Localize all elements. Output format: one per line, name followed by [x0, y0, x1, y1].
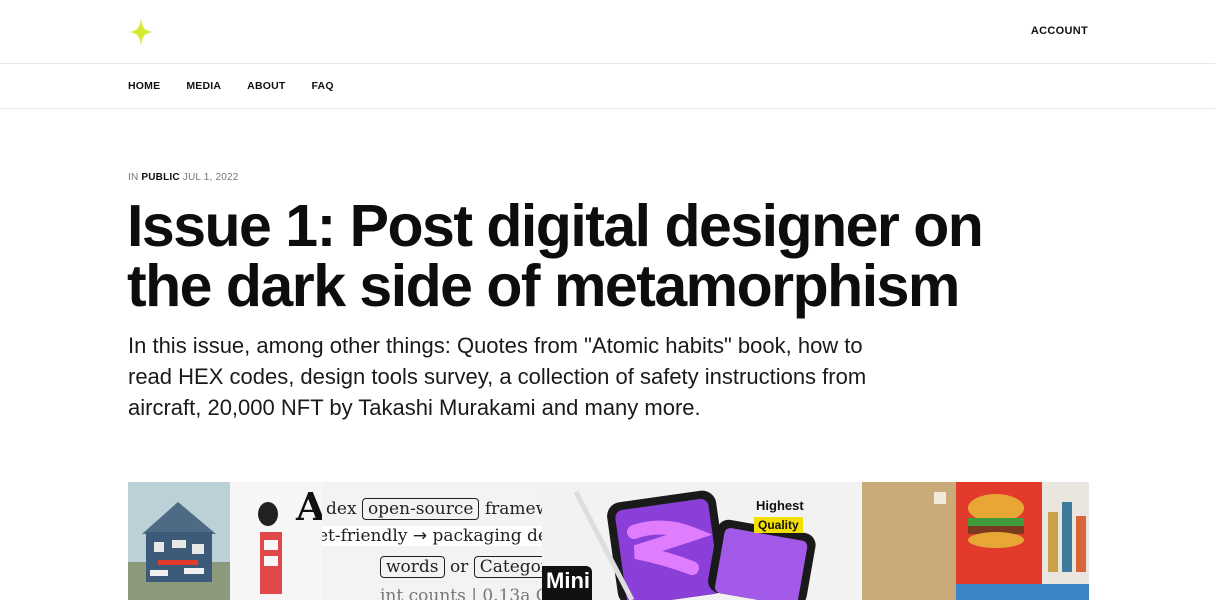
typo-word: et-friendly	[322, 526, 408, 546]
nav-item-about[interactable]: ABOUT	[247, 80, 285, 92]
bird-illustration	[258, 502, 282, 594]
sparkle-star-icon[interactable]	[127, 16, 155, 48]
badge-quality: Quality	[754, 517, 803, 533]
meta-prefix: IN	[128, 172, 139, 183]
gallery-tile-burger-art	[956, 482, 1089, 600]
typo-word: packaging dest	[432, 526, 543, 546]
account-link[interactable]: ACCOUNT	[1031, 25, 1088, 37]
post-tag-link[interactable]: PUBLIC	[141, 172, 179, 183]
nav-item-faq[interactable]: FAQ	[312, 80, 334, 92]
feature-image-gallery[interactable]: A dex open-source framewo et-friendly → …	[128, 482, 1089, 600]
burger-art-image	[956, 482, 1089, 600]
badge-highest: Highest	[756, 498, 804, 513]
post-date: JUL 1, 2022	[182, 172, 239, 183]
post-excerpt: In this issue, among other things: Quote…	[128, 333, 867, 420]
top-bar: ACCOUNT	[0, 0, 1215, 64]
gallery-tile-poster: A	[230, 482, 322, 600]
typo-word: framewo	[484, 499, 542, 519]
typography-line-4: int counts | 0.13a C	[380, 586, 542, 600]
gallery-tile-magazine-cover	[128, 482, 230, 600]
post-meta: IN PUBLIC JUL 1, 2022	[128, 172, 239, 183]
gallery-tile-kraft-box	[862, 482, 956, 600]
typography-line-1: dex open-source framewo	[326, 498, 542, 520]
house-collage-image	[128, 482, 230, 600]
gallery-tile-typography: dex open-source framewo et-friendly → pa…	[322, 482, 542, 600]
typo-word: dex	[326, 499, 357, 519]
post-title: Issue 1: Post digital designer on the da…	[127, 193, 984, 319]
arrow-right-icon: →	[412, 526, 428, 546]
typo-word: or	[449, 557, 469, 577]
box-logo-icon	[862, 482, 956, 600]
mini-label: Mini	[542, 566, 592, 600]
typo-box: Categori	[473, 556, 542, 578]
nav-list: HOME MEDIA ABOUT FAQ	[128, 80, 334, 92]
main-navigation: HOME MEDIA ABOUT FAQ	[0, 64, 1215, 109]
typo-box: open-source	[361, 498, 480, 520]
typo-box: words	[380, 556, 445, 578]
nav-item-media[interactable]: MEDIA	[186, 80, 221, 92]
typography-line-2: et-friendly → packaging dest	[322, 526, 542, 546]
nav-item-home[interactable]: HOME	[128, 80, 160, 92]
gallery-tile-tablet-ad: Highest Quality Mini	[542, 482, 862, 600]
typography-line-3: words or Categori	[380, 556, 542, 578]
